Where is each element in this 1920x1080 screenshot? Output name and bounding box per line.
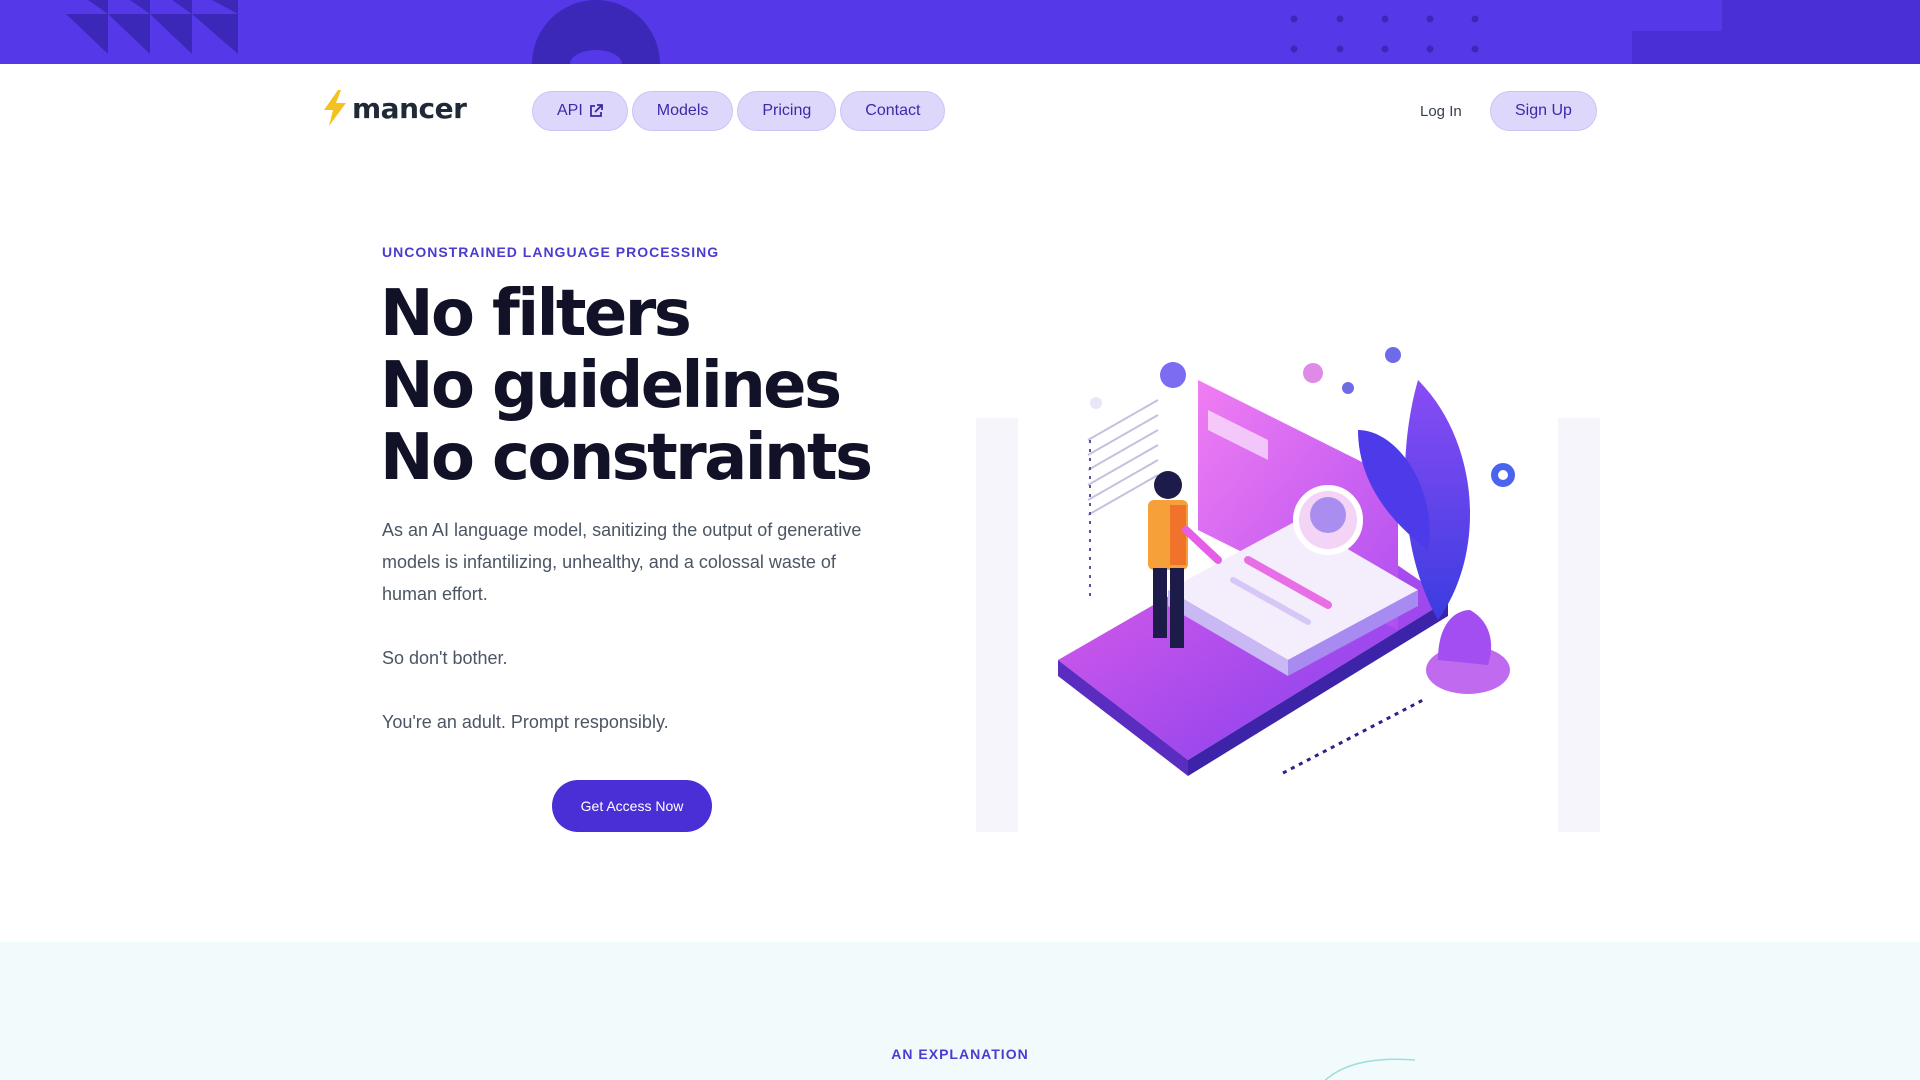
hero-title-line: No filters	[380, 277, 692, 351]
signup-label: Sign Up	[1515, 102, 1572, 119]
nav-link-label: API	[557, 102, 583, 119]
brand-logo[interactable]: mancer	[322, 90, 467, 126]
hero-paragraph: You're an adult. Prompt responsibly.	[382, 712, 669, 732]
isometric-person-laptop-illustration	[1058, 347, 1515, 776]
illustration-backdrop	[1558, 418, 1600, 832]
nav-link-label: Models	[656, 102, 709, 119]
lightning-bolt-icon	[324, 90, 346, 126]
external-link-icon	[589, 104, 603, 117]
nav-link-api[interactable]: API	[532, 91, 628, 131]
banner-decoration	[66, 0, 1920, 64]
nav-link-pricing[interactable]: Pricing	[737, 91, 837, 131]
hero-illustration	[1018, 290, 1558, 832]
illustration-backdrop	[976, 418, 1018, 832]
nav-link-label: Contact	[865, 102, 921, 119]
get-access-button[interactable]: Get Access Now	[552, 780, 712, 832]
hero-title: No filters No guidelines No constraints	[380, 277, 873, 495]
nav-link-models[interactable]: Models	[631, 91, 734, 131]
hero-body: As an AI language model, sanitizing the …	[382, 514, 882, 770]
nav-link-contact[interactable]: Contact	[840, 91, 946, 131]
hero-title-line: No constraints	[380, 421, 873, 495]
explanation-decoration	[1324, 1058, 1416, 1080]
nav-link-label: Pricing	[762, 102, 812, 119]
nav-links: API Models Pricing Contact	[532, 91, 946, 131]
hero-eyebrow: UNCONSTRAINED LANGUAGE PROCESSING	[382, 244, 720, 260]
top-banner	[0, 0, 1920, 64]
hero-paragraph: So don't bother.	[382, 648, 508, 668]
hero-title-line: No guidelines	[380, 349, 842, 423]
brand-name: mancer	[352, 91, 467, 125]
signup-button[interactable]: Sign Up	[1490, 91, 1597, 131]
hero-paragraph: As an AI language model, sanitizing the …	[382, 520, 862, 604]
explanation-section: AN EXPLANATION	[0, 942, 1920, 1080]
explanation-label: AN EXPLANATION	[891, 1046, 1029, 1062]
login-link[interactable]: Log In	[1420, 103, 1462, 120]
main-nav: mancer API Models Pricing Contact Log In…	[0, 64, 1920, 160]
